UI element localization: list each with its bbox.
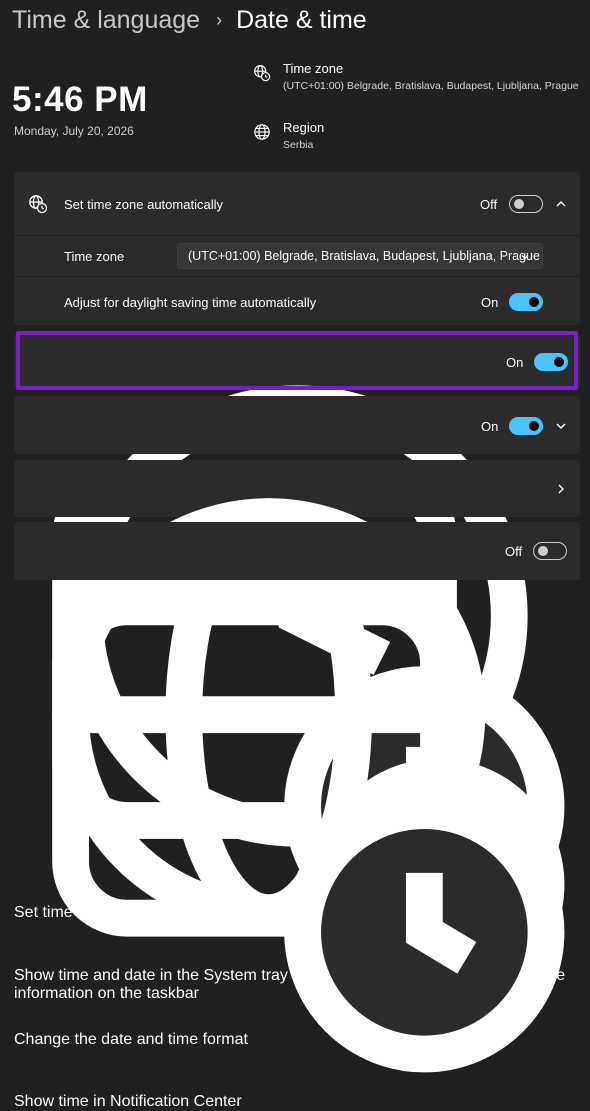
breadcrumb: Time & language › Date & time bbox=[12, 4, 367, 36]
chevron-right-icon[interactable] bbox=[554, 482, 568, 496]
daylight-label: Adjust for daylight saving time automati… bbox=[64, 295, 317, 310]
system-tray-toggle[interactable] bbox=[509, 417, 543, 435]
timezone-title: Time zone bbox=[283, 61, 344, 76]
system-tray-card[interactable]: Show time and date in the System tray Tu… bbox=[14, 396, 580, 1002]
current-time: 5:46 PM bbox=[12, 80, 148, 119]
auto-timezone-row[interactable]: Set time zone automatically Off bbox=[14, 172, 580, 235]
chevron-up-icon[interactable] bbox=[554, 197, 568, 211]
notification-toggle[interactable] bbox=[533, 542, 567, 560]
daylight-toggle[interactable] bbox=[509, 293, 543, 311]
timezone-dropdown-value: (UTC+01:00) Belgrade, Bratislava, Budape… bbox=[188, 249, 540, 263]
timezone-select-row: Time zone (UTC+01:00) Belgrade, Bratisla… bbox=[14, 236, 580, 276]
timezone-value: (UTC+01:00) Belgrade, Bratislava, Budape… bbox=[283, 80, 579, 92]
notification-clock-icon bbox=[52, 588, 565, 1073]
daylight-state: On bbox=[481, 295, 499, 310]
timezone-select-label: Time zone bbox=[64, 249, 125, 264]
auto-timezone-state: Off bbox=[480, 197, 498, 212]
breadcrumb-parent[interactable]: Time & language bbox=[12, 6, 200, 35]
format-card[interactable]: Change the date and time format bbox=[14, 460, 580, 1048]
globe-icon bbox=[254, 124, 270, 140]
chevron-down-icon bbox=[521, 255, 529, 260]
timezone-group: Set time zone automatically Off Time zon… bbox=[14, 172, 580, 325]
notification-state: Off bbox=[505, 544, 523, 559]
page-title: Date & time bbox=[236, 5, 367, 34]
timezone-dropdown[interactable]: (UTC+01:00) Belgrade, Bratislava, Budape… bbox=[177, 243, 543, 269]
highlight-frame bbox=[16, 331, 578, 390]
current-date: Monday, July 20, 2026 bbox=[14, 124, 134, 138]
notification-card[interactable]: Show time in Notification Center Off bbox=[14, 522, 580, 1110]
globe-clock-icon bbox=[254, 65, 271, 82]
globe-clock-icon bbox=[29, 195, 48, 214]
breadcrumb-separator: › bbox=[216, 9, 223, 30]
region-info: Region Serbia bbox=[253, 120, 324, 151]
region-title: Region bbox=[283, 120, 325, 135]
chevron-down-icon[interactable] bbox=[554, 419, 568, 433]
auto-timezone-toggle[interactable] bbox=[509, 195, 543, 213]
auto-timezone-label: Set time zone automatically bbox=[64, 197, 223, 212]
system-tray-state: On bbox=[481, 419, 499, 434]
region-value: Serbia bbox=[283, 139, 314, 151]
daylight-row[interactable]: Adjust for daylight saving time automati… bbox=[14, 277, 580, 325]
notification-label: Show time in Notification Center bbox=[14, 1093, 242, 1110]
timezone-info: Time zone (UTC+01:00) Belgrade, Bratisla… bbox=[253, 61, 579, 92]
